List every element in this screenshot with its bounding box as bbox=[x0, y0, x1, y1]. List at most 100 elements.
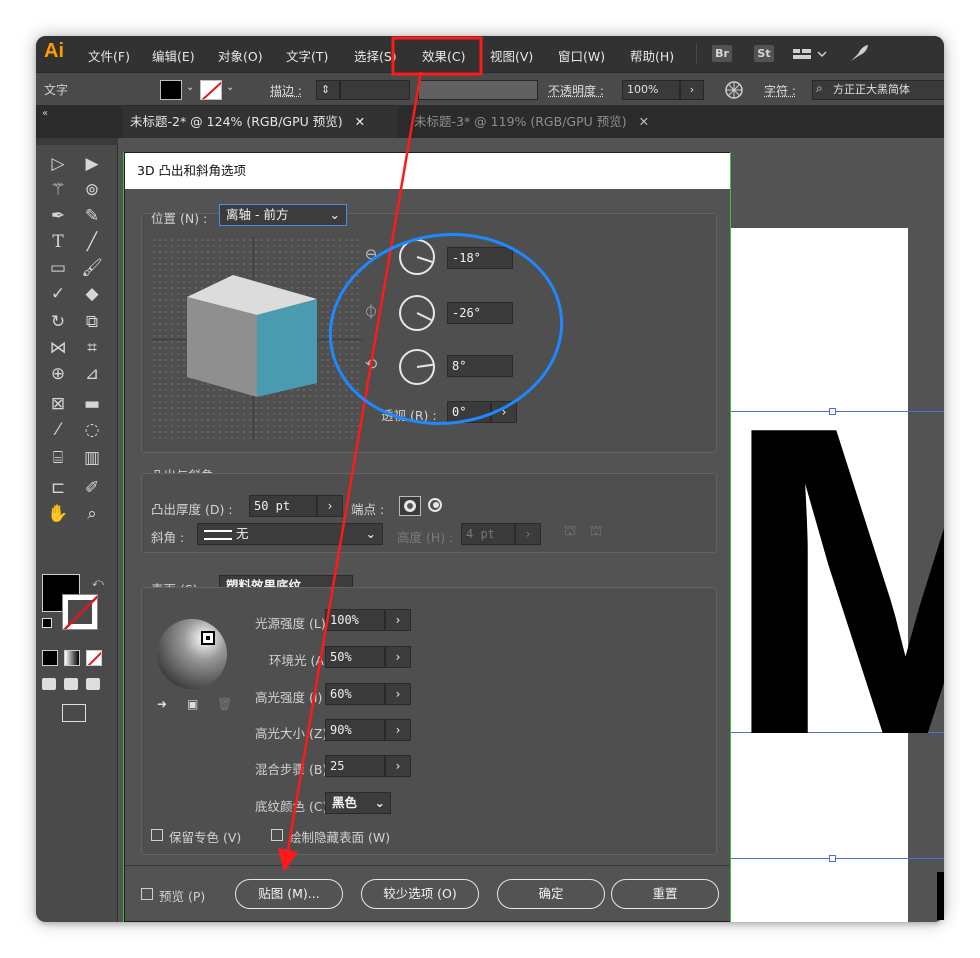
highlight-size-input[interactable]: 90% bbox=[325, 719, 385, 741]
close-icon[interactable]: ✕ bbox=[639, 114, 649, 129]
default-colors-icon[interactable] bbox=[42, 618, 52, 628]
y-rotation-input[interactable]: -26° bbox=[447, 302, 513, 324]
type-tool-icon[interactable]: T bbox=[44, 230, 72, 254]
preview-checkbox[interactable] bbox=[141, 888, 153, 900]
rotate-tool-icon[interactable]: ↻ bbox=[44, 310, 72, 334]
slice-tool-icon[interactable]: ✐ bbox=[78, 476, 106, 500]
free-transform-tool-icon[interactable]: ⌗ bbox=[78, 336, 106, 360]
blend-tool-icon[interactable]: ◌ bbox=[78, 418, 106, 442]
none-mode-button[interactable] bbox=[86, 650, 102, 666]
shape-builder-tool-icon[interactable]: ⊕ bbox=[44, 362, 72, 386]
fewer-options-button[interactable]: 较少选项 (O) bbox=[361, 879, 479, 909]
color-mode-button[interactable] bbox=[42, 650, 58, 666]
opacity-expand-button[interactable]: › bbox=[680, 80, 704, 100]
paintbrush-tool-icon[interactable]: 🖌 bbox=[78, 256, 106, 280]
bevel-select[interactable]: 无 ⌄ bbox=[197, 523, 383, 545]
eyedropper-tool-icon[interactable]: ⁄ bbox=[44, 418, 72, 442]
recolor-icon[interactable] bbox=[724, 80, 744, 103]
z-rotation-dial[interactable] bbox=[399, 349, 435, 385]
draw-behind-icon[interactable] bbox=[64, 678, 78, 690]
panel-collapse-icon[interactable]: « bbox=[42, 108, 48, 119]
selection-tool-icon[interactable]: ▷ bbox=[44, 152, 72, 176]
font-family-input[interactable]: 方正正大黑简体 bbox=[812, 80, 944, 100]
perspective-slider-button[interactable]: › bbox=[491, 401, 517, 423]
track-cube-area[interactable] bbox=[151, 237, 363, 441]
position-select[interactable]: 离轴 - 前方 ⌄ bbox=[219, 204, 347, 226]
perspective-input[interactable]: 0° bbox=[447, 401, 491, 423]
variable-width-dropdown[interactable] bbox=[418, 80, 538, 100]
menu-effect[interactable]: 效果(C) bbox=[422, 46, 465, 65]
column-graph-tool-icon[interactable]: ▥ bbox=[78, 446, 106, 470]
stock-button[interactable]: St bbox=[754, 45, 774, 62]
z-rotation-input[interactable]: 8° bbox=[447, 355, 513, 377]
swap-fill-stroke-icon[interactable]: ⤺ bbox=[92, 576, 104, 590]
extrude-depth-slider-button[interactable]: › bbox=[317, 495, 343, 517]
fill-dropdown-icon[interactable]: ⌄ bbox=[186, 82, 194, 93]
panel-grip[interactable] bbox=[36, 138, 118, 145]
light-intensity-slider-button[interactable]: › bbox=[385, 609, 411, 631]
eraser-tool-icon[interactable]: ◆ bbox=[78, 282, 106, 306]
close-icon[interactable]: ✕ bbox=[355, 114, 365, 129]
ambient-light-input[interactable]: 50% bbox=[325, 646, 385, 668]
light-intensity-input[interactable]: 100% bbox=[325, 609, 385, 631]
new-light-icon[interactable]: ▣ bbox=[187, 697, 198, 711]
gradient-tool-icon[interactable]: ▬ bbox=[78, 392, 106, 416]
shaper-tool-icon[interactable]: ✓ bbox=[44, 282, 72, 306]
pen-tool-icon[interactable]: ✒ bbox=[44, 204, 72, 228]
workspace-grid-icon[interactable] bbox=[793, 46, 829, 62]
lasso-tool-icon[interactable]: ⊚ bbox=[78, 178, 106, 202]
artboard-tool-icon[interactable]: ⊏ bbox=[44, 476, 72, 500]
tab-document-2[interactable]: 未标题-2* @ 124% (RGB/GPU 预览) ✕ bbox=[122, 106, 398, 138]
move-light-back-icon[interactable]: ➜ bbox=[157, 697, 167, 711]
stroke-swatch[interactable] bbox=[200, 80, 222, 100]
x-rotation-input[interactable]: -18° bbox=[447, 247, 513, 269]
shade-color-select[interactable]: 黑色 ⌄ bbox=[325, 792, 391, 814]
menu-object[interactable]: 对象(O) bbox=[218, 46, 263, 65]
light-source-handle[interactable] bbox=[201, 631, 215, 645]
preserve-spot-checkbox[interactable] bbox=[151, 829, 163, 841]
draw-hidden-checkbox[interactable] bbox=[271, 829, 283, 841]
line-tool-icon[interactable]: ╱ bbox=[78, 230, 106, 254]
menu-help[interactable]: 帮助(H) bbox=[630, 46, 674, 65]
menu-file[interactable]: 文件(F) bbox=[88, 46, 130, 65]
zoom-tool-icon[interactable]: ⌕ bbox=[78, 502, 106, 526]
hand-tool-icon[interactable]: ✋ bbox=[44, 502, 72, 526]
curvature-tool-icon[interactable]: ✎ bbox=[78, 204, 106, 228]
highlight-size-slider-button[interactable]: › bbox=[385, 719, 411, 741]
bridge-button[interactable]: Br bbox=[712, 45, 732, 62]
stroke-dropdown-icon[interactable]: ⌄ bbox=[226, 82, 234, 93]
anchor-point[interactable] bbox=[829, 855, 836, 862]
x-rotation-dial[interactable] bbox=[399, 239, 435, 275]
tab-document-3[interactable]: 未标题-3* @ 119% (RGB/GPU 预览) ✕ bbox=[406, 106, 706, 138]
menu-edit[interactable]: 编辑(E) bbox=[152, 46, 195, 65]
rectangle-tool-icon[interactable]: ▭ bbox=[44, 256, 72, 280]
extrude-depth-input[interactable]: 50 pt bbox=[249, 495, 317, 517]
scale-tool-icon[interactable]: ⧉ bbox=[78, 310, 106, 334]
map-art-button[interactable]: 贴图 (M)... bbox=[235, 879, 343, 909]
cap-off-button[interactable] bbox=[425, 496, 447, 516]
cube-preview[interactable] bbox=[151, 237, 363, 441]
highlight-intensity-input[interactable]: 60% bbox=[325, 683, 385, 705]
perspective-grid-tool-icon[interactable]: ⊿ bbox=[78, 362, 106, 386]
symbol-sprayer-tool-icon[interactable]: ⌸ bbox=[44, 446, 72, 470]
highlight-intensity-slider-button[interactable]: › bbox=[385, 683, 411, 705]
gradient-mode-button[interactable] bbox=[64, 650, 80, 666]
fill-swatch[interactable] bbox=[160, 80, 182, 100]
stroke-weight-stepper[interactable]: ⇕ bbox=[316, 80, 340, 100]
stroke-color-swatch[interactable] bbox=[62, 594, 98, 630]
menu-select[interactable]: 选择(S) bbox=[354, 46, 397, 65]
reset-button[interactable]: 重置 bbox=[611, 879, 719, 909]
lighting-sphere[interactable] bbox=[157, 619, 227, 689]
mesh-tool-icon[interactable]: ⊠ bbox=[44, 392, 72, 416]
blend-steps-input[interactable]: 25 bbox=[325, 755, 385, 777]
feather-icon[interactable] bbox=[848, 42, 870, 67]
y-rotation-dial[interactable] bbox=[399, 295, 435, 331]
ambient-light-slider-button[interactable]: › bbox=[385, 646, 411, 668]
cap-on-button[interactable] bbox=[399, 496, 421, 516]
menu-window[interactable]: 窗口(W) bbox=[558, 46, 605, 65]
opacity-input[interactable]: 100% bbox=[622, 80, 680, 100]
screen-mode-icon[interactable] bbox=[62, 704, 86, 722]
magic-wand-tool-icon[interactable]: ⚚ bbox=[44, 178, 72, 202]
menu-view[interactable]: 视图(V) bbox=[490, 46, 533, 65]
draw-normal-icon[interactable] bbox=[42, 678, 56, 690]
